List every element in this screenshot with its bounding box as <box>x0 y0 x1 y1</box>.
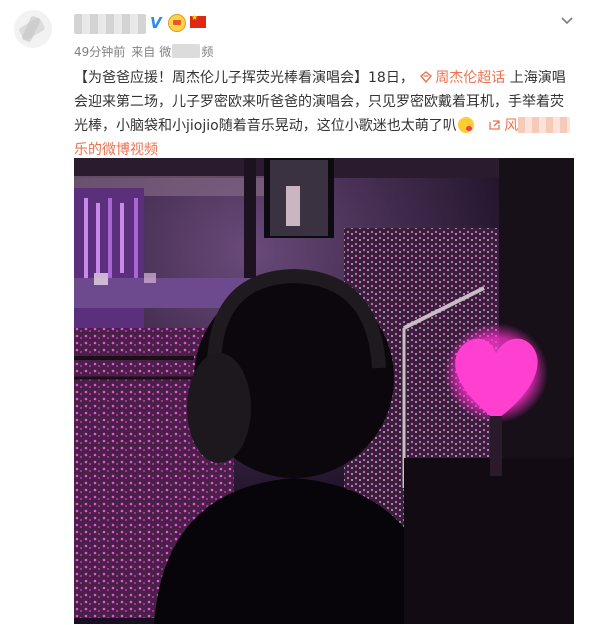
video-link-end[interactable]: 乐的微博视频 <box>74 142 158 158</box>
cute-emoji-icon <box>457 117 474 133</box>
video-link-redacted[interactable] <box>518 117 571 133</box>
light-bar <box>108 198 112 278</box>
avatar[interactable] <box>14 10 52 48</box>
china-flag-icon <box>190 13 206 28</box>
glowstick-handle <box>490 416 502 476</box>
post-text: 【为爸爸应援！周杰伦儿子挥荧光棒看演唱会】18日， 周杰伦超话 上海演唱会迎来第… <box>74 66 574 162</box>
video-frame <box>74 158 574 624</box>
light-bar <box>96 203 100 273</box>
video-link-icon <box>489 120 500 130</box>
dark-foreground <box>404 458 574 624</box>
video-link-start[interactable]: 风 <box>504 118 518 134</box>
chevron-down-icon[interactable] <box>560 14 574 28</box>
crown-member-icon <box>168 14 186 32</box>
supertopic-diamond-icon <box>420 71 433 83</box>
post-meta: 49分钟前 来自 微 频 <box>74 43 213 59</box>
light-bar <box>134 198 138 278</box>
post-timestamp[interactable]: 49分钟前 <box>74 43 125 60</box>
source-redacted <box>172 44 201 58</box>
light-bar <box>84 198 88 278</box>
verified-v-icon: V <box>150 14 162 32</box>
stage-equipment <box>94 273 108 285</box>
headphone-cup <box>187 353 251 463</box>
weibo-post-card: V 49分钟前 来自 微 频 【为爸爸应援！周杰伦儿子挥荧光棒看演唱会】18日，… <box>0 0 593 625</box>
light-bar <box>120 203 124 273</box>
supertopic-link[interactable]: 周杰伦超话 <box>435 70 505 86</box>
performer-on-screen <box>286 186 300 226</box>
source-name-start[interactable]: 微 <box>159 43 171 60</box>
post-title: 【为爸爸应援！周杰伦儿子挥荧光棒看演唱会】 <box>74 70 368 86</box>
source-name-end[interactable]: 频 <box>201 43 213 60</box>
video-player[interactable] <box>74 158 574 624</box>
username-redacted[interactable] <box>74 14 146 34</box>
source-prefix: 来自 <box>131 44 156 59</box>
stage-equipment <box>144 273 156 283</box>
post-text-1: 18日， <box>368 70 414 86</box>
